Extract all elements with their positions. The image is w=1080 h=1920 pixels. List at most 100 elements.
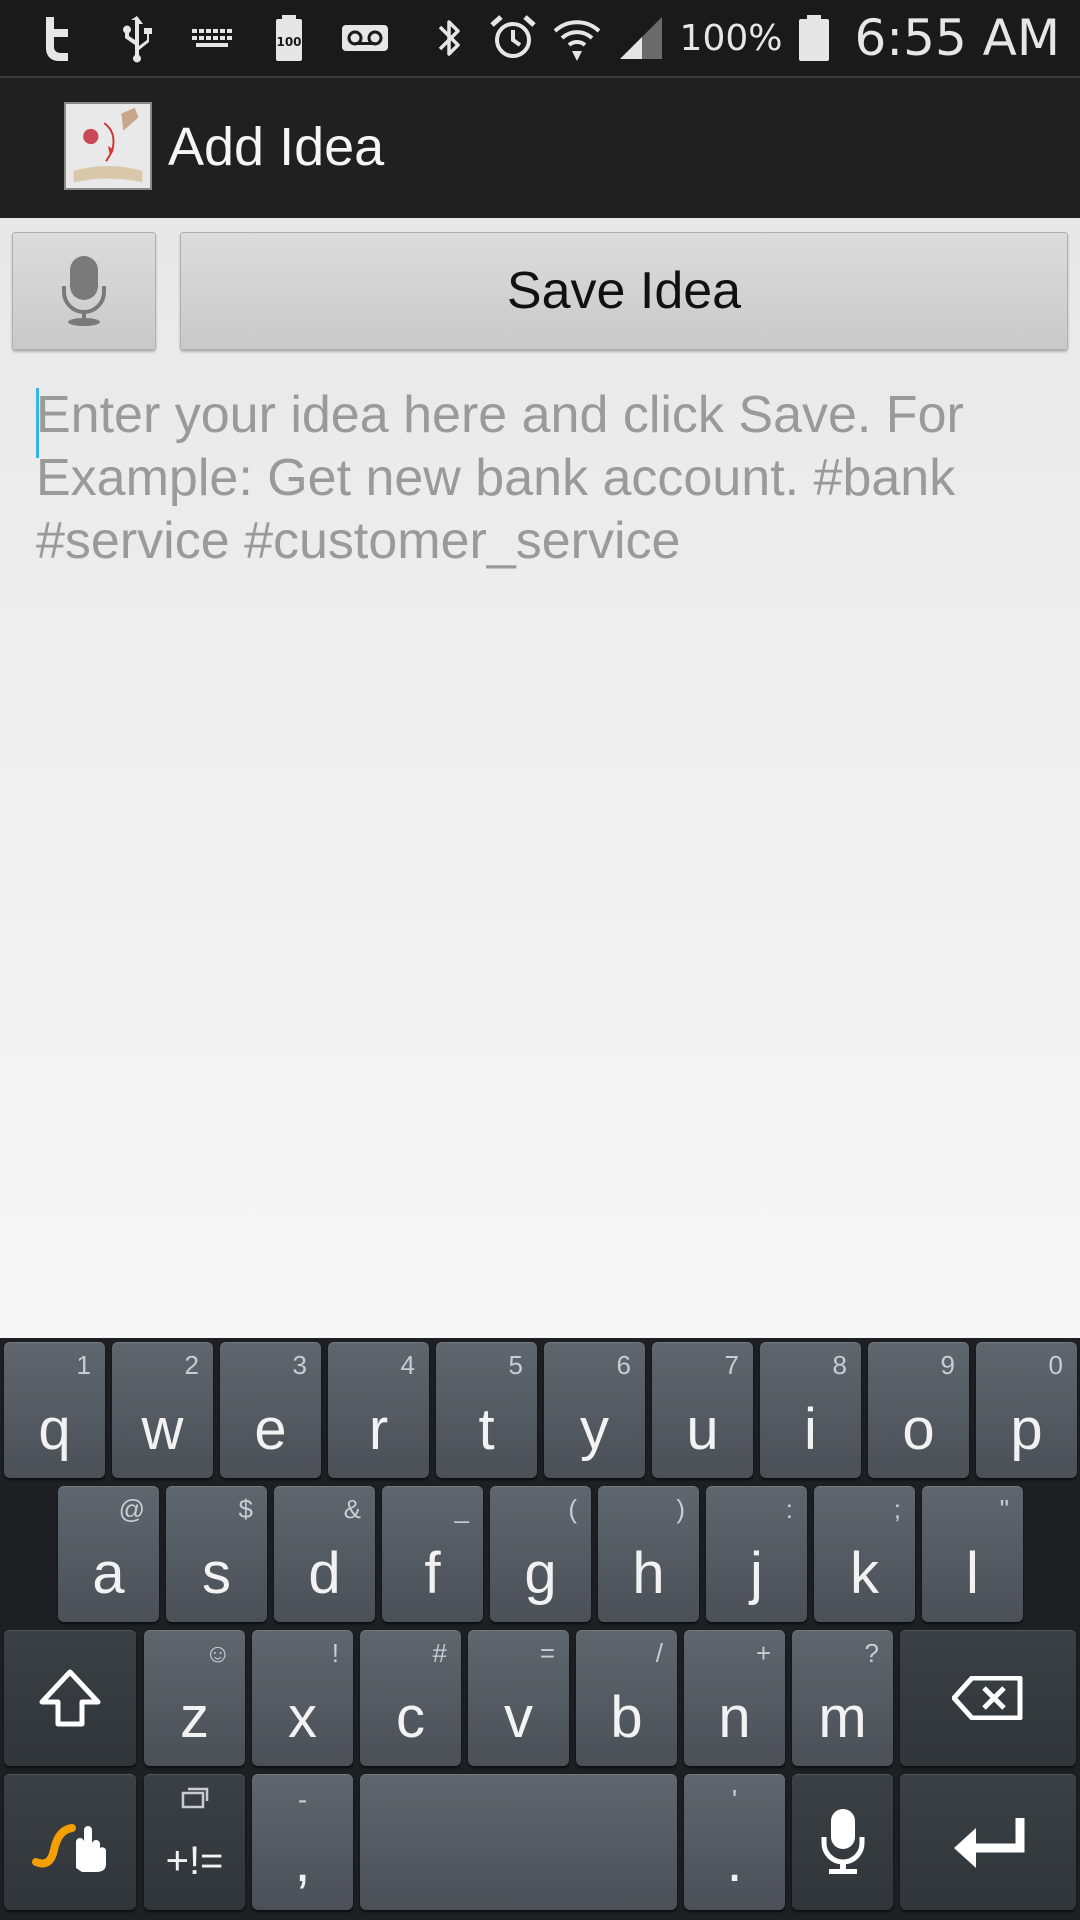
key-x[interactable]: ! x	[252, 1630, 353, 1766]
key-comma[interactable]: - ,	[252, 1774, 353, 1910]
idea-placeholder: Enter your idea here and click Save. For…	[36, 386, 964, 570]
soft-keyboard: 1q 2w 3e 4r 5t 6y 7u 8i 9o 0p @ a $ s & d _…	[0, 1338, 1080, 1920]
key-q[interactable]: 1q	[4, 1342, 105, 1478]
key-hint: #	[432, 1638, 447, 1668]
keyboard-mic-key[interactable]	[792, 1774, 893, 1910]
key-label: z	[180, 1685, 209, 1750]
key-label: y	[580, 1397, 609, 1462]
key-hint: 3	[292, 1350, 307, 1380]
key-l[interactable]: " l	[922, 1486, 1023, 1622]
key-label: m	[818, 1685, 867, 1750]
key-e[interactable]: 3e	[220, 1342, 321, 1478]
alarm-icon	[488, 13, 538, 63]
space-key[interactable]	[360, 1774, 677, 1910]
voicemail-icon	[340, 13, 390, 63]
key-label: q	[38, 1397, 71, 1462]
key-n[interactable]: + n	[684, 1630, 785, 1766]
symbols-key[interactable]: +!=	[144, 1774, 245, 1910]
key-v[interactable]: = v	[468, 1630, 569, 1766]
signal-icon	[616, 13, 666, 63]
key-label: d	[308, 1541, 341, 1606]
key-w[interactable]: 2w	[112, 1342, 213, 1478]
text-cursor	[36, 388, 39, 458]
key-a[interactable]: @ a	[58, 1486, 159, 1622]
key-r[interactable]: 4r	[328, 1342, 429, 1478]
battery-icon	[796, 13, 832, 63]
key-label: .	[726, 1829, 743, 1894]
backspace-key[interactable]	[900, 1630, 1076, 1766]
enter-key[interactable]	[900, 1774, 1076, 1910]
key-c[interactable]: # c	[360, 1630, 461, 1766]
key-hint: _	[454, 1494, 469, 1524]
key-hint: 9	[940, 1350, 955, 1380]
key-label: u	[686, 1397, 719, 1462]
key-o[interactable]: 9o	[868, 1342, 969, 1478]
keyboard-icon	[188, 13, 238, 63]
swype-logo-icon	[4, 1774, 136, 1910]
key-b[interactable]: / b	[576, 1630, 677, 1766]
key-label: i	[804, 1397, 817, 1462]
key-y[interactable]: 6y	[544, 1342, 645, 1478]
key-hint: (	[568, 1494, 577, 1524]
key-p[interactable]: 0p	[976, 1342, 1077, 1478]
key-f[interactable]: _ f	[382, 1486, 483, 1622]
key-label: k	[850, 1541, 879, 1606]
battery-full-icon: 100	[264, 13, 314, 63]
key-label: x	[288, 1685, 317, 1750]
key-hint: 0	[1048, 1350, 1063, 1380]
key-t[interactable]: 5t	[436, 1342, 537, 1478]
key-h[interactable]: ) h	[598, 1486, 699, 1622]
key-label: r	[368, 1397, 389, 1462]
key-label: n	[718, 1685, 751, 1750]
action-bar: Add Idea	[0, 78, 1080, 218]
key-label: t	[478, 1397, 495, 1462]
voice-input-button[interactable]	[12, 232, 156, 350]
key-g[interactable]: (g	[490, 1486, 591, 1622]
status-bar-notifications: 100	[36, 10, 390, 66]
backspace-icon	[900, 1630, 1076, 1766]
app-logo[interactable]	[64, 102, 152, 190]
status-bar-system: 100% 6:55 AM	[424, 6, 1060, 70]
bluetooth-icon	[424, 13, 474, 63]
key-m[interactable]: ? m	[792, 1630, 893, 1766]
microphone-icon	[62, 256, 106, 326]
clock: 6:55 AM	[854, 9, 1060, 67]
symbols-label: +!=	[165, 1839, 224, 1883]
key-z[interactable]: ☺ z	[144, 1630, 245, 1766]
battery-badge-text: 100	[276, 35, 301, 49]
status-bar: 100 100% 6:55 AM	[0, 0, 1080, 76]
shift-key[interactable]	[4, 1630, 136, 1766]
key-hint: ☺	[204, 1638, 231, 1668]
key-hint: -	[297, 1784, 308, 1815]
key-period[interactable]: ' .	[684, 1774, 785, 1910]
key-label: p	[1010, 1397, 1043, 1462]
key-hint: 6	[616, 1350, 631, 1380]
key-label: o	[902, 1397, 935, 1462]
key-d[interactable]: & d	[274, 1486, 375, 1622]
key-label: e	[254, 1397, 287, 1462]
key-hint: 7	[724, 1350, 739, 1380]
key-hint: @	[118, 1494, 145, 1524]
key-k[interactable]: ; k	[814, 1486, 915, 1622]
key-label: c	[396, 1685, 425, 1750]
key-hint: "	[999, 1494, 1009, 1524]
key-label: j	[750, 1541, 763, 1606]
microphone-icon	[792, 1774, 893, 1910]
key-hint: ;	[893, 1494, 901, 1524]
shift-icon	[4, 1630, 136, 1766]
key-i[interactable]: 8i	[760, 1342, 861, 1478]
key-label: f	[424, 1541, 441, 1606]
twitter-icon	[36, 13, 86, 63]
swype-key[interactable]	[4, 1774, 136, 1910]
add-idea-form: Save Idea Enter your idea here and click…	[0, 218, 1080, 1338]
key-u[interactable]: 7u	[652, 1342, 753, 1478]
enter-icon	[900, 1774, 1076, 1910]
idea-text-field[interactable]: Enter your idea here and click Save. For…	[36, 384, 1046, 684]
key-label: b	[610, 1685, 643, 1750]
key-s[interactable]: $ s	[166, 1486, 267, 1622]
page-title: Add Idea	[168, 117, 385, 177]
save-idea-button[interactable]: Save Idea	[180, 232, 1068, 350]
key-j[interactable]: :j	[706, 1486, 807, 1622]
usb-icon	[112, 13, 162, 63]
key-hint: 8	[832, 1350, 847, 1380]
